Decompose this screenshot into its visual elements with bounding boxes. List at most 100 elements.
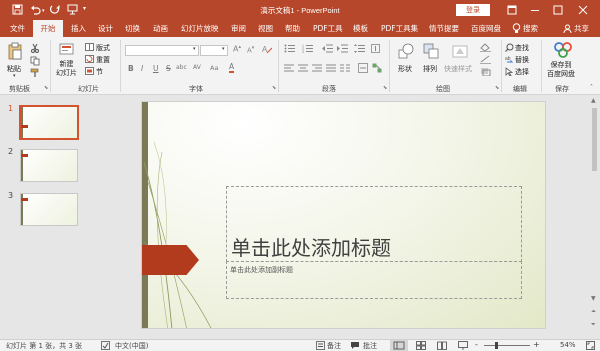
tab-view[interactable]: 视图 xyxy=(257,20,274,37)
restore-icon[interactable] xyxy=(507,5,517,17)
tab-pdf-toolset[interactable]: PDF工具集 xyxy=(380,20,419,37)
share-button[interactable]: 共享 xyxy=(573,20,590,37)
font-launcher-icon[interactable]: ⬊ xyxy=(272,85,276,91)
shapes-button[interactable]: 形状 xyxy=(398,64,412,74)
align-center-icon[interactable] xyxy=(298,64,308,74)
minimize-icon[interactable] xyxy=(530,5,540,17)
find-icon[interactable] xyxy=(505,43,514,54)
change-case-button[interactable]: Aa xyxy=(210,64,218,72)
slide-thumbnail-2[interactable] xyxy=(20,149,78,182)
maximize-icon[interactable] xyxy=(553,5,563,17)
close-icon[interactable] xyxy=(578,5,588,17)
smartart-icon[interactable] xyxy=(372,63,382,75)
previous-slide-icon[interactable]: ⏶ xyxy=(591,308,596,316)
replace-icon[interactable]: ab xyxy=(505,55,514,66)
tab-design[interactable]: 设计 xyxy=(97,20,114,37)
fit-icon[interactable] xyxy=(586,341,595,351)
reading-view-icon[interactable] xyxy=(437,341,447,351)
font-color-button[interactable]: A xyxy=(229,63,235,73)
bullets-icon[interactable] xyxy=(284,44,296,55)
reset-button[interactable]: 重置 xyxy=(96,55,110,65)
select-button[interactable]: 选择 xyxy=(515,67,529,77)
arrange-button[interactable]: 排列 xyxy=(423,64,437,74)
quick-styles-icon[interactable] xyxy=(452,43,468,61)
scroll-down-icon[interactable]: ▼ xyxy=(591,295,596,302)
tab-baidu-netdisk[interactable]: 百度网盘 xyxy=(470,20,502,37)
slide-canvas[interactable]: 单击此处添加标题 单击此处添加副标题 xyxy=(141,101,546,329)
next-slide-icon[interactable]: ⏷ xyxy=(591,321,596,329)
tab-storyboard[interactable]: 情节提要 xyxy=(428,20,460,37)
tab-help[interactable]: 帮助 xyxy=(284,20,301,37)
paragraph-launcher-icon[interactable]: ⬊ xyxy=(383,85,387,91)
bold-button[interactable]: B xyxy=(128,64,134,73)
slideshow-view-icon[interactable] xyxy=(458,341,468,351)
scroll-up-icon[interactable]: ▲ xyxy=(591,97,596,104)
format-painter-icon[interactable] xyxy=(30,68,40,80)
comments-icon[interactable] xyxy=(350,341,360,351)
zoom-in-button[interactable]: + xyxy=(533,340,540,349)
shape-effects-icon[interactable] xyxy=(480,67,491,78)
zoom-out-button[interactable]: - xyxy=(475,340,478,349)
arrange-icon[interactable] xyxy=(423,43,439,61)
tab-insert[interactable]: 插入 xyxy=(70,20,87,37)
section-icon[interactable] xyxy=(85,67,94,77)
login-button[interactable]: 登录 xyxy=(456,4,490,16)
zoom-level[interactable]: 54% xyxy=(560,341,576,349)
title-placeholder[interactable]: 单击此处添加标题 xyxy=(231,232,391,261)
shrink-font-icon[interactable]: A▾ xyxy=(247,45,254,54)
clipboard-launcher-icon[interactable]: ⬊ xyxy=(44,85,48,91)
share-icon[interactable] xyxy=(563,24,572,35)
strikethrough-button[interactable]: S xyxy=(166,64,171,73)
copy-icon[interactable] xyxy=(30,56,40,68)
text-direction-icon[interactable] xyxy=(371,44,380,55)
lightbulb-icon[interactable] xyxy=(512,23,521,36)
zoom-slider-thumb[interactable] xyxy=(494,342,498,349)
shapes-icon[interactable] xyxy=(398,43,414,61)
tab-search[interactable]: 搜索 xyxy=(522,20,539,37)
align-text-icon[interactable] xyxy=(358,63,368,75)
underline-button[interactable]: U xyxy=(153,64,159,73)
baidu-netdisk-icon[interactable] xyxy=(554,42,572,60)
tab-animations[interactable]: 动画 xyxy=(152,20,169,37)
new-slide-icon[interactable] xyxy=(59,42,75,58)
slide-thumbnail-1[interactable] xyxy=(19,105,79,140)
new-slide-button[interactable]: 新建 幻灯片 xyxy=(56,60,77,78)
numbering-icon[interactable]: 123 xyxy=(302,44,314,55)
select-icon[interactable] xyxy=(505,67,514,78)
text-shadow-button[interactable]: abc xyxy=(176,64,187,71)
tab-review[interactable]: 审阅 xyxy=(230,20,247,37)
cut-icon[interactable] xyxy=(30,43,40,55)
quick-styles-button[interactable]: 快速样式 xyxy=(444,64,472,74)
reset-icon[interactable] xyxy=(85,55,94,65)
increase-indent-icon[interactable] xyxy=(337,44,348,55)
tab-templates[interactable]: 模板 xyxy=(352,20,369,37)
chevron-down-icon[interactable]: ▾ xyxy=(193,46,196,52)
slide-thumbnail-3[interactable] xyxy=(20,193,78,226)
layout-icon[interactable] xyxy=(85,43,94,53)
justify-icon[interactable] xyxy=(326,64,336,74)
tab-pdf-tools[interactable]: PDF工具 xyxy=(312,20,344,37)
drawing-launcher-icon[interactable]: ⬊ xyxy=(495,85,499,91)
character-spacing-button[interactable]: AV xyxy=(193,64,201,71)
align-left-icon[interactable] xyxy=(284,64,294,74)
clear-formatting-icon[interactable]: A xyxy=(262,44,273,56)
shape-fill-icon[interactable] xyxy=(480,43,491,54)
decrease-indent-icon[interactable] xyxy=(322,44,333,55)
shape-outline-icon[interactable] xyxy=(480,55,491,66)
chevron-down-icon[interactable]: ▾ xyxy=(222,46,225,52)
paste-dropdown-icon[interactable]: ▾ xyxy=(13,73,16,79)
font-family-combo[interactable] xyxy=(125,45,199,56)
notes-icon[interactable] xyxy=(316,341,325,351)
subtitle-placeholder[interactable]: 单击此处添加副标题 xyxy=(230,265,293,275)
scrollbar-thumb[interactable] xyxy=(592,108,597,171)
notes-button[interactable]: 备注 xyxy=(327,341,341,351)
tab-transitions[interactable]: 切换 xyxy=(124,20,141,37)
paste-icon[interactable] xyxy=(8,42,22,62)
layout-button[interactable]: 版式 xyxy=(96,43,110,53)
vertical-scrollbar[interactable]: ▲ ▼ ⏶ ⏷ xyxy=(589,96,600,339)
grow-font-icon[interactable]: A▴ xyxy=(233,44,241,54)
comments-button[interactable]: 批注 xyxy=(363,341,377,351)
sorter-view-icon[interactable] xyxy=(416,341,426,351)
columns-icon[interactable] xyxy=(340,64,350,74)
tab-file[interactable]: 文件 xyxy=(9,20,26,37)
